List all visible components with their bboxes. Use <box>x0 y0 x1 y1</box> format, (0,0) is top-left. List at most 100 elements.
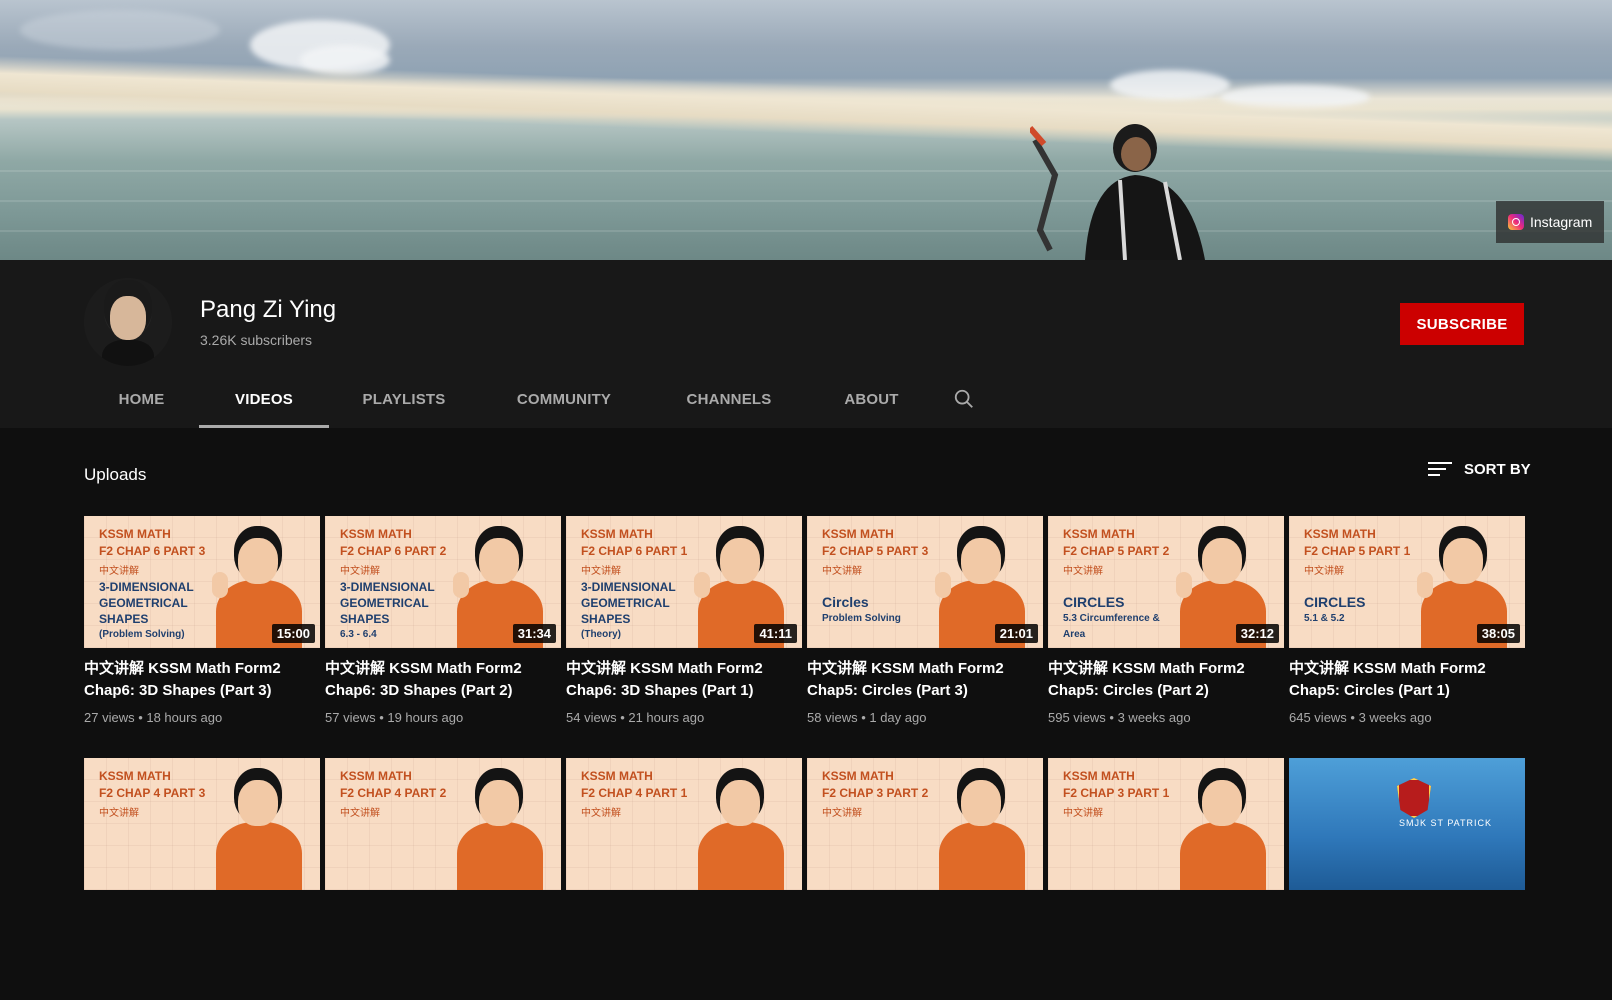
video-card[interactable]: SMJK ST PATRICK <box>1289 758 1525 1000</box>
video-title[interactable]: 中文讲解 KSSM Math Form2 Chap5: Circles (Par… <box>1048 658 1276 702</box>
teacher-image <box>1180 774 1266 890</box>
thumb-topic: 3-DIMENSIONAL GEOMETRICAL SHAPES <box>581 580 676 626</box>
tab-community[interactable]: COMMUNITY <box>479 370 649 428</box>
banner-person <box>1030 124 1205 260</box>
sort-by-button[interactable]: SORT BY <box>1428 460 1531 478</box>
view-count: 54 views <box>566 710 617 725</box>
channel-avatar[interactable] <box>84 278 172 366</box>
channel-header: Pang Zi Ying 3.26K subscribers SUBSCRIBE… <box>0 260 1612 428</box>
video-thumbnail[interactable]: KSSM MATH F2 CHAP 6 PART 3 中文讲解 3-DIMENSI… <box>84 516 320 648</box>
video-thumbnail[interactable]: KSSM MATH F2 CHAP 5 PART 3 中文讲解 Circles Pr… <box>807 516 1043 648</box>
video-thumbnail[interactable]: KSSM MATH F2 CHAP 5 PART 2 中文讲解 CIRCLES 5.… <box>1048 516 1284 648</box>
thumb-lang: 中文讲解 <box>581 808 621 819</box>
video-thumbnail[interactable]: KSSM MATH F2 CHAP 4 PART 3 中文讲解 <box>84 758 320 890</box>
video-title[interactable]: 中文讲解 KSSM Math Form2 Chap5: Circles (Par… <box>1289 658 1517 702</box>
instagram-link-label: Instagram <box>1530 214 1593 230</box>
thumb-subject: KSSM MATH <box>1063 769 1135 783</box>
video-thumbnail[interactable]: KSSM MATH F2 CHAP 4 PART 1 中文讲解 <box>566 758 802 890</box>
video-card[interactable]: KSSM MATH F2 CHAP 5 PART 1 中文讲解 CIRCLES 5.… <box>1289 516 1525 758</box>
video-card[interactable]: KSSM MATH F2 CHAP 6 PART 2 中文讲解 3-DIMENSI… <box>325 516 561 758</box>
thumb-chapter: F2 CHAP 5 PART 3 <box>822 544 929 558</box>
thumb-subject: KSSM MATH <box>581 769 653 783</box>
upload-age: 19 hours ago <box>387 710 464 725</box>
video-card[interactable]: KSSM MATH F2 CHAP 5 PART 3 中文讲解 Circles Pr… <box>807 516 1043 758</box>
video-card[interactable]: KSSM MATH F2 CHAP 4 PART 1 中文讲解 <box>566 758 802 1000</box>
thumb-chapter: F2 CHAP 6 PART 1 <box>581 544 688 558</box>
uploads-heading: Uploads <box>84 465 147 484</box>
channel-search-button[interactable] <box>934 370 994 428</box>
tab-about[interactable]: ABOUT <box>809 370 934 428</box>
thumb-chapter: F2 CHAP 4 PART 3 <box>99 786 206 800</box>
video-thumbnail[interactable]: SMJK ST PATRICK <box>1289 758 1525 890</box>
thumb-chapter: F2 CHAP 4 PART 1 <box>581 786 688 800</box>
thumb-subtopic: (Theory) <box>581 629 621 640</box>
upload-age: 1 day ago <box>869 710 927 725</box>
tab-playlists[interactable]: PLAYLISTS <box>329 370 479 428</box>
video-card[interactable]: KSSM MATH F2 CHAP 6 PART 1 中文讲解 3-DIMENSI… <box>566 516 802 758</box>
video-meta: 58 views • 1 day ago <box>807 710 927 725</box>
tab-home[interactable]: HOME <box>84 370 199 428</box>
video-card[interactable]: KSSM MATH F2 CHAP 6 PART 3 中文讲解 3-DIMENSI… <box>84 516 320 758</box>
video-card[interactable]: KSSM MATH F2 CHAP 3 PART 1 中文讲解 <box>1048 758 1284 1000</box>
video-thumbnail[interactable]: KSSM MATH F2 CHAP 3 PART 1 中文讲解 <box>1048 758 1284 890</box>
instagram-link[interactable]: Instagram <box>1496 201 1604 243</box>
thumb-subtopic: (Problem Solving) <box>99 629 185 640</box>
channel-name: Pang Zi Ying <box>200 296 337 323</box>
thumb-topic: 3-DIMENSIONAL GEOMETRICAL SHAPES <box>99 580 194 626</box>
video-duration: 21:01 <box>994 624 1038 643</box>
video-thumbnail[interactable]: KSSM MATH F2 CHAP 4 PART 2 中文讲解 <box>325 758 561 890</box>
thumb-lang: 中文讲解 <box>99 808 139 819</box>
thumb-chapter: F2 CHAP 5 PART 1 <box>1304 544 1411 558</box>
thumb-topic: CIRCLES <box>1063 594 1125 610</box>
video-meta: 27 views • 18 hours ago <box>84 710 223 725</box>
thumb-lang: 中文讲解 <box>1063 566 1103 577</box>
channel-banner: Instagram <box>0 0 1612 260</box>
video-thumbnail[interactable]: KSSM MATH F2 CHAP 6 PART 2 中文讲解 3-DIMENSI… <box>325 516 561 648</box>
video-duration: 31:34 <box>512 624 556 643</box>
video-duration: 15:00 <box>271 624 315 643</box>
thumb-lang: 中文讲解 <box>822 808 862 819</box>
tab-videos[interactable]: VIDEOS <box>199 370 329 428</box>
teacher-image <box>216 774 302 890</box>
video-title[interactable]: 中文讲解 KSSM Math Form2 Chap6: 3D Shapes (P… <box>84 658 312 702</box>
video-thumbnail[interactable]: KSSM MATH F2 CHAP 5 PART 1 中文讲解 CIRCLES 5.… <box>1289 516 1525 648</box>
view-count: 27 views <box>84 710 135 725</box>
video-duration: 41:11 <box>754 624 797 643</box>
sort-by-label: SORT BY <box>1464 460 1531 478</box>
thumb-chapter: F2 CHAP 6 PART 3 <box>99 544 206 558</box>
subscribe-button[interactable]: SUBSCRIBE <box>1400 303 1524 345</box>
video-thumbnail[interactable]: KSSM MATH F2 CHAP 3 PART 2 中文讲解 <box>807 758 1043 890</box>
thumb-subject: KSSM MATH <box>340 769 412 783</box>
thumb-subtopic: Problem Solving <box>822 613 901 624</box>
video-title[interactable]: 中文讲解 KSSM Math Form2 Chap6: 3D Shapes (P… <box>566 658 794 702</box>
thumb-chapter: F2 CHAP 5 PART 2 <box>1063 544 1170 558</box>
video-title[interactable]: 中文讲解 KSSM Math Form2 Chap5: Circles (Par… <box>807 658 1035 702</box>
view-count: 58 views <box>807 710 858 725</box>
subscriber-count: 3.26K subscribers <box>200 332 313 348</box>
thumb-lang: 中文讲解 <box>1063 808 1103 819</box>
view-count: 645 views <box>1289 710 1347 725</box>
video-card[interactable]: KSSM MATH F2 CHAP 4 PART 3 中文讲解 <box>84 758 320 1000</box>
tab-channels[interactable]: CHANNELS <box>649 370 809 428</box>
thumb-lang: 中文讲解 <box>340 808 380 819</box>
thumb-chapter: F2 CHAP 3 PART 2 <box>822 786 929 800</box>
video-card[interactable]: KSSM MATH F2 CHAP 3 PART 2 中文讲解 <box>807 758 1043 1000</box>
video-thumbnail[interactable]: KSSM MATH F2 CHAP 6 PART 1 中文讲解 3-DIMENSI… <box>566 516 802 648</box>
video-duration: 38:05 <box>1476 624 1520 643</box>
thumb-chapter: F2 CHAP 6 PART 2 <box>340 544 447 558</box>
thumb-lang: 中文讲解 <box>581 566 621 577</box>
video-meta: 595 views • 3 weeks ago <box>1048 710 1191 725</box>
thumb-topic: Circles <box>822 594 869 610</box>
video-meta: 645 views • 3 weeks ago <box>1289 710 1432 725</box>
thumb-chapter: F2 CHAP 4 PART 2 <box>340 786 447 800</box>
thumb-lang: 中文讲解 <box>822 566 862 577</box>
video-title[interactable]: 中文讲解 KSSM Math Form2 Chap6: 3D Shapes (P… <box>325 658 553 702</box>
teacher-image <box>698 774 784 890</box>
thumb-subject: KSSM MATH <box>99 769 171 783</box>
video-card[interactable]: KSSM MATH F2 CHAP 4 PART 2 中文讲解 <box>325 758 561 1000</box>
video-card[interactable]: KSSM MATH F2 CHAP 5 PART 2 中文讲解 CIRCLES 5.… <box>1048 516 1284 758</box>
video-grid: KSSM MATH F2 CHAP 6 PART 3 中文讲解 3-DIMENSI… <box>84 516 1525 1000</box>
sort-icon <box>1428 460 1452 478</box>
video-duration: 32:12 <box>1235 624 1279 643</box>
thumb-subject: KSSM MATH <box>581 527 653 541</box>
